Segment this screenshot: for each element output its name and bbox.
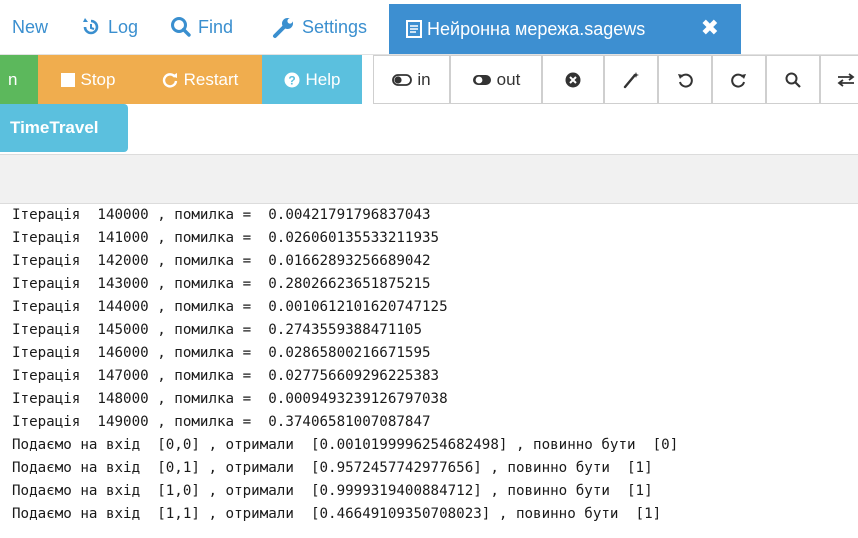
timetravel-button[interactable]: TimeTravel xyxy=(0,104,128,152)
stop-square-icon xyxy=(60,72,75,87)
help-label: Help xyxy=(305,69,341,89)
history-icon xyxy=(80,16,102,38)
output-line: Ітерація 147000 , помилка = 0.0277566092… xyxy=(12,368,440,384)
secondary-toolbar: TimeTravel xyxy=(0,104,858,154)
sagews-worksheet-window: New Log Find Settings Нейронна мережа.sa… xyxy=(0,0,858,538)
zoom-out-button[interactable]: out xyxy=(450,55,542,104)
worksheet-toolbar: n Stop Restart ? Help in out xyxy=(0,55,858,104)
toggle-on-icon xyxy=(392,73,413,86)
settings-button[interactable]: Settings xyxy=(272,0,367,54)
redo-button[interactable] xyxy=(712,55,766,104)
swap-button[interactable] xyxy=(820,55,858,104)
delete-output-button[interactable] xyxy=(542,55,604,104)
tab-notebook-file[interactable]: Нейронна мережа.sagews ✖ xyxy=(389,4,741,54)
find-button[interactable]: Find xyxy=(170,0,233,54)
output-line: Подаємо на вхід [0,0] , отримали [0.0010… xyxy=(12,437,679,453)
question-circle-icon: ? xyxy=(284,72,300,88)
stop-button[interactable]: Stop xyxy=(38,55,138,104)
close-icon[interactable]: ✖ xyxy=(701,17,719,39)
refresh-icon xyxy=(162,72,178,88)
zoom-out-label: out xyxy=(496,69,521,89)
search-button[interactable] xyxy=(766,55,820,104)
find-label: Find xyxy=(198,16,234,37)
exchange-arrows-icon xyxy=(837,72,855,87)
search-icon xyxy=(170,16,192,38)
run-label: n xyxy=(8,69,18,89)
times-circle-icon xyxy=(565,72,581,88)
top-nav-bar: New Log Find Settings Нейронна мережа.sa… xyxy=(0,0,858,55)
undo-icon xyxy=(677,72,693,88)
wrench-icon xyxy=(272,15,296,39)
output-line: Ітерація 148000 , помилка = 0.0009493239… xyxy=(12,391,448,407)
new-button[interactable]: New xyxy=(12,0,48,54)
restart-button[interactable]: Restart xyxy=(138,55,262,104)
new-label: New xyxy=(12,16,49,37)
output-line: Ітерація 141000 , помилка = 0.0260601355… xyxy=(12,230,440,246)
settings-label: Settings xyxy=(302,16,368,37)
cell-output: Ітерація 140000 , помилка = 0.0042179179… xyxy=(0,204,858,538)
run-button[interactable]: n xyxy=(0,55,38,104)
output-line: Ітерація 145000 , помилка = 0.2743559388… xyxy=(12,322,422,338)
redo-icon xyxy=(731,72,747,88)
magic-wand-icon xyxy=(622,71,640,89)
stop-label: Stop xyxy=(80,69,116,89)
document-icon xyxy=(405,19,423,39)
log-label: Log xyxy=(108,16,139,37)
output-line: Ітерація 149000 , помилка = 0.3740658100… xyxy=(12,414,431,430)
output-line: Подаємо на вхід [0,1] , отримали [0.9572… xyxy=(12,460,653,476)
toggle-off-icon xyxy=(472,74,492,86)
output-line: Ітерація 144000 , помилка = 0.0010612101… xyxy=(12,299,448,315)
undo-button[interactable] xyxy=(658,55,712,104)
output-line: Ітерація 143000 , помилка = 0.2802662365… xyxy=(12,276,431,292)
timetravel-label: TimeTravel xyxy=(10,118,99,137)
svg-text:?: ? xyxy=(288,73,295,87)
help-button[interactable]: ? Help xyxy=(262,55,362,104)
magnifier-icon xyxy=(785,72,801,88)
output-line: Ітерація 146000 , помилка = 0.0286580021… xyxy=(12,345,431,361)
magic-button[interactable] xyxy=(604,55,658,104)
output-line: Ітерація 140000 , помилка = 0.0042179179… xyxy=(12,207,431,223)
log-button[interactable]: Log xyxy=(80,0,138,54)
output-line: Ітерація 142000 , помилка = 0.0166289325… xyxy=(12,253,431,269)
output-line: Подаємо на вхід [1,0] , отримали [0.9999… xyxy=(12,483,653,499)
zoom-in-button[interactable]: in xyxy=(373,55,450,104)
output-line: Подаємо на вхід [1,1] , отримали [0.4664… xyxy=(12,506,662,522)
tab-filename: Нейронна мережа.sagews xyxy=(427,18,646,39)
zoom-in-label: in xyxy=(417,69,431,89)
cell-input-strip[interactable] xyxy=(0,154,858,204)
restart-label: Restart xyxy=(183,69,239,89)
